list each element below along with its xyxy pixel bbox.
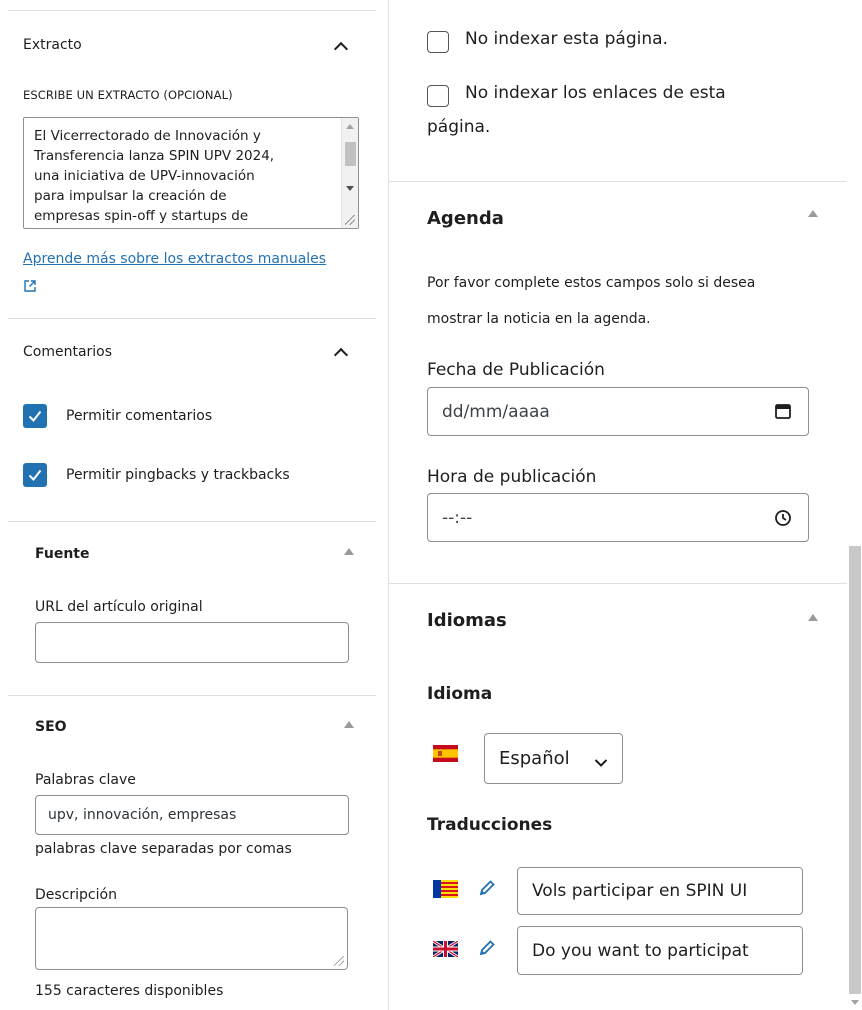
allow-comments-checkbox[interactable] <box>23 404 47 428</box>
pub-time-label: Hora de publicación <box>427 467 597 487</box>
resize-grip-icon[interactable] <box>334 956 344 966</box>
collapse-languages-icon[interactable] <box>808 614 818 621</box>
agenda-panel-title: Agenda <box>427 208 504 229</box>
collapse-agenda-icon[interactable] <box>808 210 818 217</box>
allow-comments-label[interactable]: Permitir comentarios <box>66 408 212 424</box>
noindex-links-label-line2[interactable]: página. <box>427 117 490 137</box>
edit-translation-pencil-icon[interactable] <box>478 879 496 897</box>
translations-label: Traducciones <box>427 815 553 835</box>
source-url-label: URL del artículo original <box>35 599 203 615</box>
catalan-flag-icon <box>433 880 458 898</box>
seo-panel-title: SEO <box>35 719 67 735</box>
divider <box>8 695 376 696</box>
agenda-help-line1: Por favor complete estos campos solo si … <box>427 275 756 291</box>
collapse-comments-icon[interactable] <box>333 347 349 363</box>
description-textarea[interactable] <box>35 907 348 970</box>
checkmark-icon <box>28 469 42 482</box>
scroll-up-icon[interactable] <box>346 124 354 129</box>
pub-date-label: Fecha de Publicación <box>427 360 605 380</box>
translation-input-catalan[interactable]: Vols participar en SPIN UI <box>517 867 803 915</box>
source-url-input[interactable] <box>35 622 349 663</box>
agenda-help-line2: mostrar la noticia en la agenda. <box>427 311 651 327</box>
description-label: Descripción <box>35 887 117 903</box>
source-panel-title: Fuente <box>35 546 90 562</box>
pub-time-placeholder: --:-- <box>442 507 473 528</box>
keywords-help-text: palabras clave separadas por comas <box>35 841 292 857</box>
language-label: Idioma <box>427 684 493 704</box>
chars-available-text: 155 caracteres disponibles <box>35 983 224 999</box>
noindex-links-checkbox[interactable] <box>427 85 449 107</box>
checkmark-icon <box>28 410 42 423</box>
excerpt-text[interactable]: El Vicerrectorado de Innovación y Transf… <box>34 126 324 228</box>
allow-pingbacks-label[interactable]: Permitir pingbacks y trackbacks <box>66 467 290 483</box>
divider <box>8 10 376 11</box>
divider <box>8 521 376 522</box>
clock-icon[interactable] <box>774 509 792 532</box>
comments-panel-title: Comentarios <box>23 344 113 360</box>
spain-flag-icon <box>433 745 458 762</box>
language-selected-value: Español <box>499 748 570 769</box>
pub-date-placeholder: dd/mm/aaaa <box>442 401 550 422</box>
excerpt-scrollbar[interactable] <box>341 118 358 228</box>
edit-translation-pencil-icon[interactable] <box>478 939 496 957</box>
excerpt-textarea[interactable]: El Vicerrectorado de Innovación y Transf… <box>23 117 359 229</box>
divider <box>389 181 847 182</box>
noindex-links-label-line1[interactable]: No indexar los enlaces de esta <box>465 83 726 103</box>
collapse-source-icon[interactable] <box>344 548 354 555</box>
noindex-page-label[interactable]: No indexar esta página. <box>465 29 668 49</box>
uk-flag-icon <box>432 939 459 959</box>
translation-input-english[interactable]: Do you want to participat <box>517 926 803 975</box>
divider <box>389 583 847 584</box>
pub-date-input[interactable]: dd/mm/aaaa <box>427 387 809 436</box>
scroll-down-icon[interactable] <box>346 186 354 191</box>
allow-pingbacks-checkbox[interactable] <box>23 463 47 487</box>
noindex-page-checkbox[interactable] <box>427 31 449 53</box>
languages-panel-title: Idiomas <box>427 610 507 631</box>
collapse-excerpt-icon[interactable] <box>333 41 349 57</box>
scroll-thumb[interactable] <box>345 142 356 166</box>
excerpt-panel-title: Extracto <box>23 37 82 53</box>
excerpt-label: ESCRIBE UN EXTRACTO (OPCIONAL) <box>23 88 233 102</box>
keywords-input[interactable]: upv, innovación, empresas <box>35 795 349 835</box>
pub-time-input[interactable]: --:-- <box>427 493 809 542</box>
column-divider <box>388 0 389 1010</box>
collapse-seo-icon[interactable] <box>344 721 354 728</box>
page-scroll-down-icon[interactable] <box>851 1000 859 1005</box>
divider <box>8 318 376 319</box>
external-link-icon[interactable] <box>23 278 37 292</box>
resize-grip-icon[interactable] <box>345 215 355 225</box>
chevron-down-icon[interactable] <box>594 752 608 773</box>
calendar-icon[interactable] <box>774 402 792 425</box>
learn-more-excerpts-link[interactable]: Aprende más sobre los extractos manuales <box>23 251 326 267</box>
keywords-label: Palabras clave <box>35 772 136 788</box>
page-scrollbar-thumb[interactable] <box>849 546 861 994</box>
language-select[interactable]: Español <box>484 733 623 784</box>
